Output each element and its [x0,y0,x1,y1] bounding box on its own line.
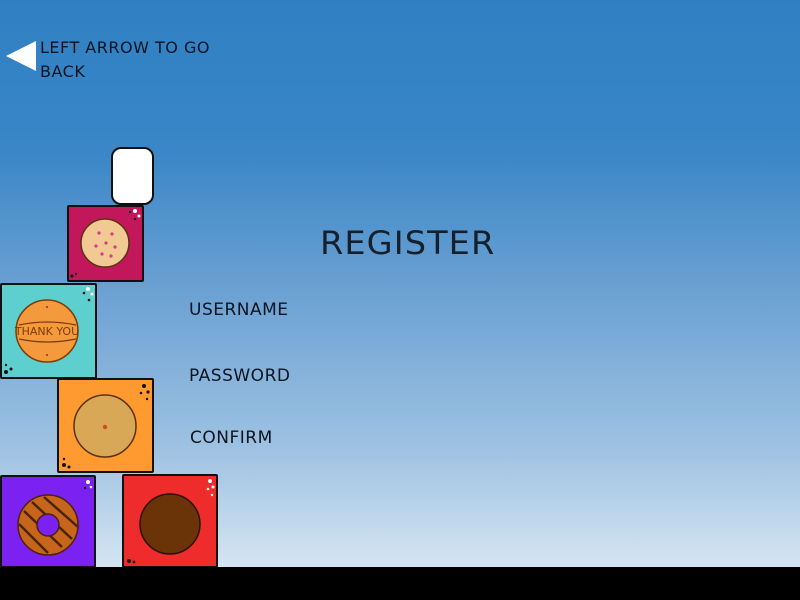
purple-cookie-box [0,475,96,568]
player-character [111,147,154,205]
donut-cookie-icon [17,480,93,556]
password-field[interactable]: PASSWORD [189,366,290,386]
page-title: REGISTER [320,224,496,262]
teal-cookie-box: THANK YOU [0,283,97,379]
confirm-field[interactable]: CONFIRM [190,428,273,448]
sugar-cookie-icon [70,209,141,278]
pink-cookie-box [67,205,144,282]
orange-cookie-box [57,378,154,473]
back-hint-line2: BACK [40,62,86,81]
chocolate-cookie-icon [127,479,215,564]
username-field[interactable]: USERNAME [189,300,289,320]
left-arrow-icon[interactable] [4,40,38,72]
plain-cookie-icon [62,384,150,469]
red-cookie-box [122,474,218,568]
ground-floor [0,567,800,600]
game-scene: LEFT ARROW TO GO BACK REGISTER USERNAME … [0,0,800,600]
back-hint: LEFT ARROW TO GO BACK [40,36,210,84]
cookie-text: THANK YOU [14,325,79,338]
thank-you-cookie-icon: THANK YOU [4,287,94,374]
back-hint-line1: LEFT ARROW TO GO [40,38,210,57]
